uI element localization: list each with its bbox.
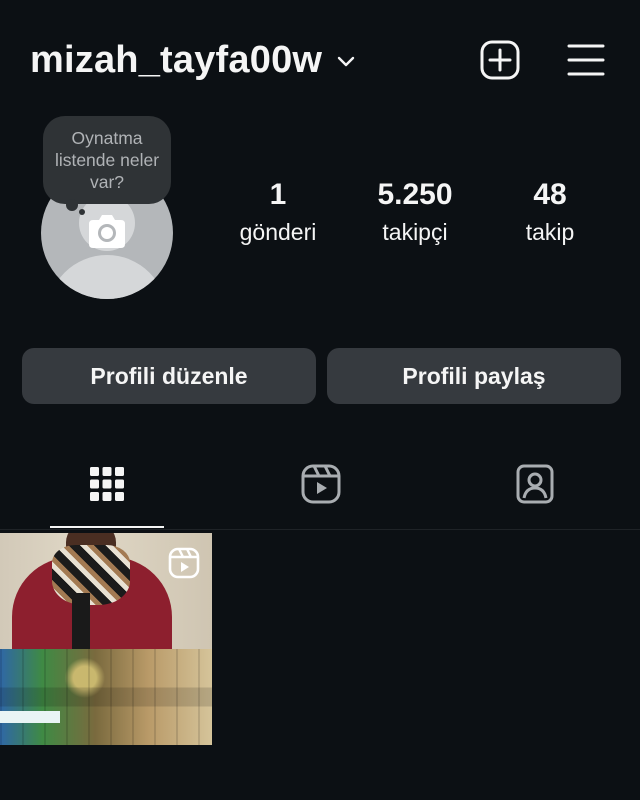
stat-following[interactable]: 48 takip — [490, 177, 610, 247]
note-bubble[interactable]: Oynatma listende neler var? — [43, 116, 171, 204]
tab-posts-grid[interactable] — [85, 462, 129, 506]
add-square-icon — [480, 40, 520, 80]
active-tab-indicator — [50, 526, 164, 528]
chevron-down-icon[interactable] — [336, 52, 356, 72]
stat-posts-label: gönderi — [239, 219, 317, 245]
post-thumbnail-scarf-tail — [72, 593, 90, 653]
stat-posts-count: 1 — [269, 178, 287, 211]
post-thumbnail-game-blocks — [0, 649, 212, 745]
reels-icon — [301, 464, 341, 504]
tagged-user-icon — [516, 464, 554, 504]
post-thumbnail-stripe — [0, 711, 60, 723]
note-bubble-tail-small — [79, 209, 85, 215]
avatar-placeholder-body — [47, 255, 167, 299]
stat-followers-label: takipçi — [382, 219, 448, 245]
tab-reels[interactable] — [299, 462, 343, 506]
note-bubble-tail — [66, 199, 78, 211]
tab-divider — [0, 529, 640, 530]
reel-badge-icon — [168, 547, 200, 579]
username[interactable]: mizah_tayfa00w — [30, 38, 322, 82]
grid-icon — [90, 467, 124, 501]
tab-tagged[interactable] — [513, 462, 557, 506]
post-thumbnail[interactable] — [0, 533, 212, 745]
profile-header: mizah_tayfa00w — [0, 0, 640, 120]
edit-profile-button[interactable]: Profili düzenle — [22, 348, 316, 404]
menu-button[interactable] — [564, 38, 608, 82]
stat-followers[interactable]: 5.250 takipçi — [355, 177, 475, 247]
stat-posts[interactable]: 1 gönderi — [218, 177, 338, 247]
camera-icon[interactable] — [85, 210, 129, 254]
stat-followers-count: 5.250 — [377, 178, 453, 211]
stat-following-label: takip — [525, 219, 575, 245]
share-profile-button[interactable]: Profili paylaş — [327, 348, 621, 404]
hamburger-menu-icon — [567, 44, 605, 76]
post-thumbnail-scarf — [52, 545, 130, 605]
account-switcher[interactable]: mizah_tayfa00w — [30, 38, 356, 82]
stat-following-count: 48 — [533, 178, 567, 211]
profile-screen: mizah_tayfa00w Oynatma listende neler va… — [0, 0, 640, 800]
create-button[interactable] — [478, 38, 522, 82]
